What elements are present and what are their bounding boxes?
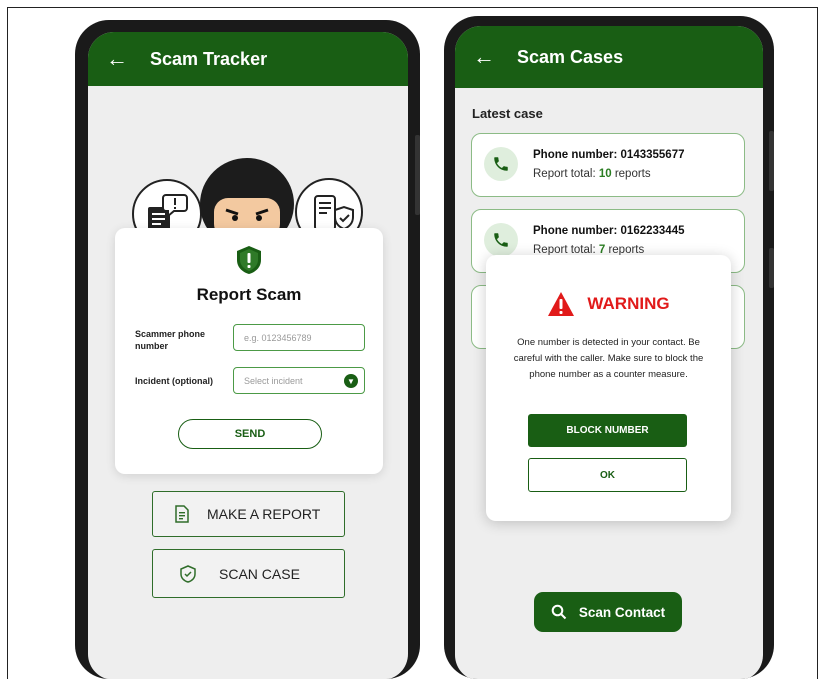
shield-check-icon xyxy=(179,564,197,583)
make-report-button[interactable]: MAKE A REPORT xyxy=(152,491,345,537)
incident-select[interactable]: Select incident ▼ xyxy=(233,367,365,394)
arrow-left-icon[interactable]: ← xyxy=(473,44,501,70)
case-phone-number: Phone number: 0143355677 xyxy=(533,149,685,161)
report-scam-title: Report Scam xyxy=(196,285,302,304)
shield-alert-icon xyxy=(233,244,265,276)
warning-title: WARNING xyxy=(587,294,670,313)
report-scam-card: Report Scam Scammer phone number e.g. 01… xyxy=(115,228,383,474)
warning-triangle-icon xyxy=(547,291,575,317)
send-button[interactable]: SEND xyxy=(178,419,322,449)
phone-left: ← Scam Tracker Report Scam Scammer phone… xyxy=(75,20,420,679)
app-bar: ← Scam Cases xyxy=(455,26,763,88)
app-bar: ← Scam Tracker xyxy=(88,32,408,86)
make-report-label: MAKE A REPORT xyxy=(207,506,321,522)
scan-case-label: SCAN CASE xyxy=(219,565,300,582)
report-count: 10 xyxy=(598,168,612,180)
warning-dialog: WARNING One number is detected in your c… xyxy=(486,255,731,521)
scan-case-button[interactable]: SCAN CASE xyxy=(152,549,345,598)
warning-message: One number is detected in your contact. … xyxy=(513,337,704,380)
search-icon xyxy=(551,604,567,620)
warning-header: WARNING xyxy=(486,291,731,317)
side-button xyxy=(769,131,774,191)
ok-button[interactable]: OK xyxy=(528,458,687,492)
side-button xyxy=(769,248,774,288)
latest-case-heading: Latest case xyxy=(472,106,543,121)
chevron-down-icon: ▼ xyxy=(344,374,358,388)
report-document-icon xyxy=(173,505,191,523)
incident-select-value: Select incident xyxy=(244,375,303,386)
scam-cases-screen: ← Scam Cases Latest case Phone number: 0… xyxy=(455,26,763,679)
page-title: Scam Tracker xyxy=(150,48,268,69)
scam-tracker-screen: ← Scam Tracker Report Scam Scammer phone… xyxy=(88,32,408,679)
side-button xyxy=(415,135,420,215)
phone-right: ← Scam Cases Latest case Phone number: 0… xyxy=(444,16,774,679)
case-card[interactable]: Phone number: 0143355677 Report total: 1… xyxy=(471,133,745,197)
scan-contact-label: Scan Contact xyxy=(578,604,666,620)
phone-icon xyxy=(484,147,518,181)
scammer-phone-label: Scammer phone number xyxy=(135,329,206,351)
case-report-total: Report total: 10 reports xyxy=(533,168,651,180)
phone-icon xyxy=(484,223,518,257)
page-title: Scam Cases xyxy=(517,46,624,67)
scammer-avatar xyxy=(198,156,296,234)
scan-contact-button[interactable]: Scan Contact xyxy=(534,592,682,632)
arrow-left-icon[interactable]: ← xyxy=(106,46,134,72)
block-number-button[interactable]: BLOCK NUMBER xyxy=(528,414,687,447)
incident-label: Incident (optional) xyxy=(135,376,213,386)
scammer-phone-input[interactable]: e.g. 0123456789 xyxy=(233,324,365,351)
case-phone-number: Phone number: 0162233445 xyxy=(533,225,685,237)
